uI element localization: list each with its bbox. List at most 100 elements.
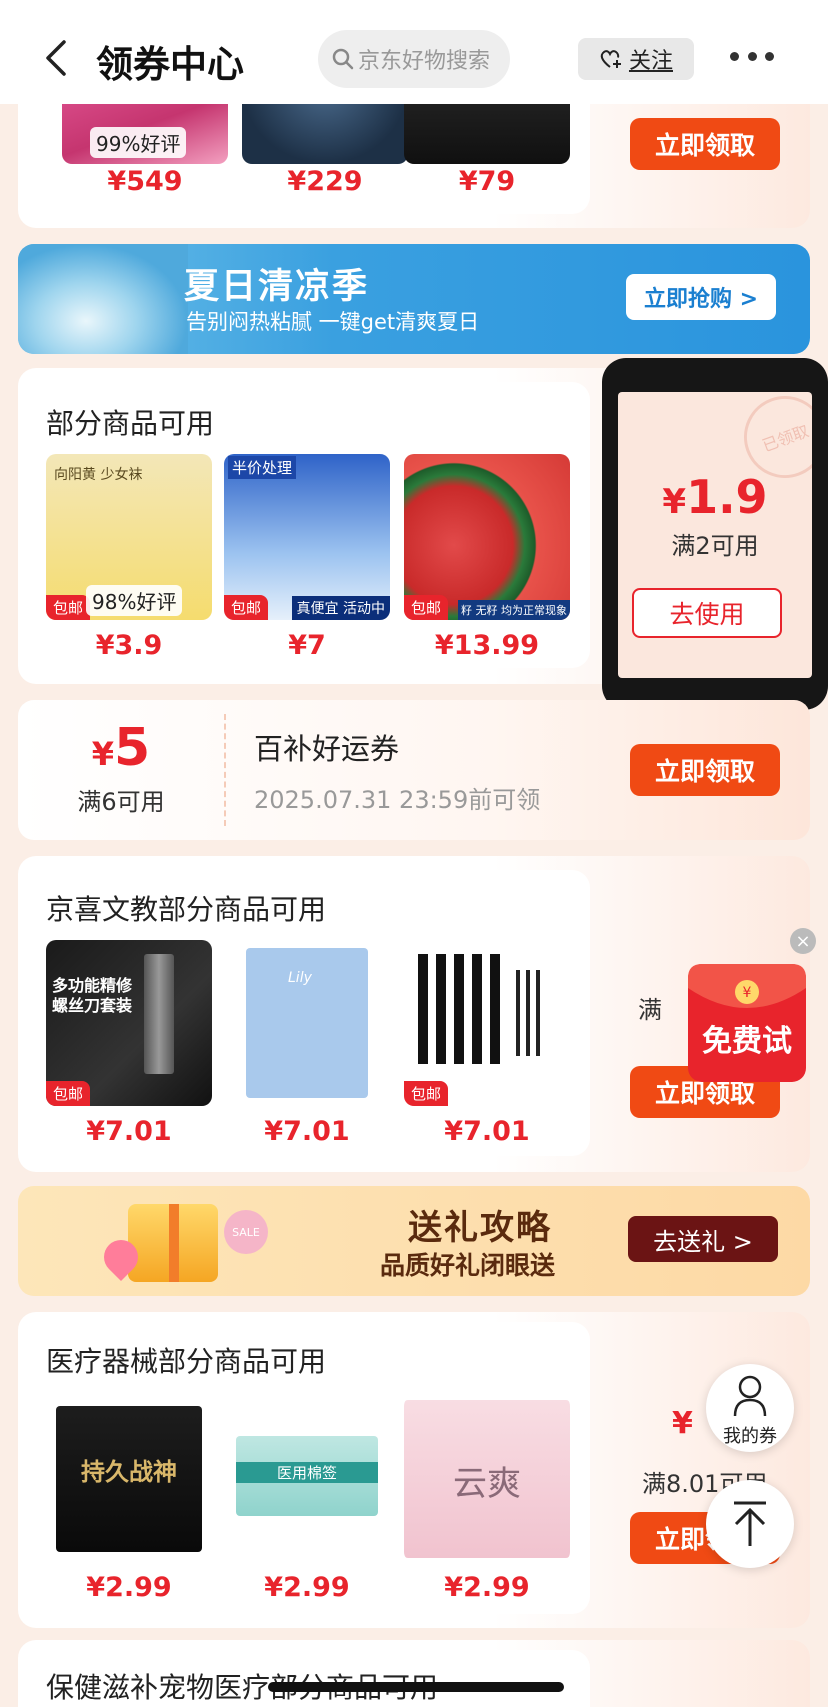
- box-image: 云爽: [404, 1400, 570, 1558]
- coupon-amount: ¥1.9: [618, 470, 812, 524]
- free-shipping-tag: 包邮: [224, 595, 269, 620]
- image-text: 多功能精修螺丝刀套装: [52, 976, 133, 1015]
- card-title: 部分商品可用: [46, 407, 215, 440]
- product-price: ¥229: [287, 166, 363, 197]
- coupon-title: 百补好运券: [254, 732, 400, 766]
- product-item[interactable]: 持久战神 ¥2.99: [46, 1396, 212, 1603]
- follow-label: 关注: [628, 49, 673, 74]
- product-price: ¥7.01: [86, 1116, 172, 1147]
- arrow-up-icon: [734, 1501, 766, 1546]
- product-image: 持久战神: [46, 1396, 212, 1562]
- product-image: Lily: [224, 940, 390, 1106]
- cotton-swab-pack-image: 医用棉签: [236, 1436, 378, 1516]
- banner-subtitle: 告别闷热粘腻 一键get清爽夏日: [186, 310, 480, 334]
- product-price: ¥7: [288, 630, 326, 661]
- my-coupons-button[interactable]: 我的券: [706, 1364, 794, 1452]
- product-price: ¥549: [107, 166, 183, 197]
- coupon-condition-partial: 满: [638, 996, 662, 1024]
- gift-guide-banner[interactable]: SALE 送礼攻略 品质好礼闭眼送 去送礼 >: [18, 1186, 810, 1296]
- product-price: ¥79: [458, 166, 516, 197]
- product-price: ¥2.99: [264, 1572, 350, 1603]
- product-price: ¥13.99: [434, 630, 540, 661]
- coupon-condition: 满6可用: [77, 788, 165, 816]
- phone-frame-overlay: 已领取 ¥1.9 满2可用 去使用: [602, 358, 828, 710]
- claim-button[interactable]: 立即领取: [630, 744, 780, 796]
- currency-symbol: ¥: [91, 735, 115, 773]
- currency-symbol: ¥: [662, 482, 687, 522]
- product-item[interactable]: 多功能精修螺丝刀套装 包邮 ¥7.01: [46, 940, 212, 1147]
- baibu-coupon-row: ¥5 满6可用 百补好运券 2025.07.31 23:59前可领 立即领取: [18, 700, 810, 840]
- back-to-top-button[interactable]: [706, 1480, 794, 1568]
- card-title: 医疗器械部分商品可用: [46, 1345, 327, 1378]
- banner-title: 夏日清凉季: [184, 267, 370, 307]
- close-icon[interactable]: ×: [790, 928, 816, 954]
- product-image: 医用棉签: [224, 1396, 390, 1562]
- product-image: 包邮: [404, 940, 570, 1106]
- amount-value: 1.9: [686, 470, 768, 524]
- follow-button[interactable]: 关注: [578, 38, 694, 80]
- product-item[interactable]: Lily ¥7.01: [224, 940, 390, 1147]
- coupon-condition: 满2可用: [671, 532, 759, 560]
- page-title: 领券中心: [96, 43, 244, 86]
- notebook-image: Lily: [246, 948, 368, 1098]
- surfer-image: [18, 244, 188, 354]
- coupon-value-block: ¥5 满6可用: [18, 700, 224, 840]
- dashed-divider: [224, 714, 226, 826]
- redpack-label: 免费试: [702, 1024, 792, 1059]
- search-placeholder: 京东好物搜索: [358, 49, 491, 74]
- image-text: 半价处理: [228, 456, 297, 479]
- coupon-card-5: 保健滋补宠物医疗部分商品可用: [18, 1640, 810, 1707]
- coupon-amount: ¥5: [18, 718, 224, 778]
- buy-now-button[interactable]: 立即抢购 >: [626, 274, 776, 320]
- screwdriver-set-image: [144, 954, 174, 1074]
- user-icon: [733, 1375, 767, 1417]
- claim-button[interactable]: 立即领取: [630, 118, 780, 170]
- coupon-panel: 已领取 ¥1.9 满2可用 去使用: [618, 392, 812, 678]
- product-image: 向阳黄 少女袜 包邮 98%好评: [46, 454, 212, 620]
- free-shipping-tag: 包邮: [404, 1081, 449, 1106]
- send-gift-button[interactable]: 去送礼 >: [628, 1216, 778, 1262]
- coupon-card-4: 医疗器械部分商品可用 持久战神 ¥2.99 医用棉签 ¥2.99 云爽 ¥2.9…: [18, 1312, 810, 1628]
- card-title: 京喜文教部分商品可用: [46, 893, 327, 926]
- product-image: 多功能精修螺丝刀套装 包邮: [46, 940, 212, 1106]
- back-arrow-icon[interactable]: [42, 38, 72, 78]
- product-image: 云爽: [404, 1396, 570, 1562]
- product-item[interactable]: 云爽 ¥2.99: [404, 1396, 570, 1603]
- banner-title: 送礼攻略: [408, 1208, 552, 1248]
- summer-promo-banner[interactable]: 夏日清凉季 告别闷热粘腻 一键get清爽夏日 立即抢购 >: [18, 244, 810, 354]
- top-nav-bar: 领券中心 京东好物搜索 关注: [0, 0, 828, 104]
- product-item[interactable]: 向阳黄 少女袜 包邮 98%好评 ¥3.9: [46, 454, 212, 661]
- product-price: ¥3.9: [95, 630, 163, 661]
- free-shipping-tag: 包邮: [404, 595, 449, 620]
- product-item[interactable]: 医用棉签 ¥2.99: [224, 1396, 390, 1603]
- product-item[interactable]: 包邮 籽 无籽 均为正常现象 ¥13.99: [404, 454, 570, 661]
- product-price: ¥7.01: [444, 1116, 530, 1147]
- amount-value: 5: [114, 718, 151, 778]
- product-item[interactable]: 包邮 ¥7.01: [404, 940, 570, 1147]
- image-caption: 籽 无籽 均为正常现象: [458, 600, 570, 620]
- use-coupon-button[interactable]: 去使用: [632, 588, 782, 638]
- coupon-currency-symbol: ¥: [672, 1406, 693, 1441]
- image-text: 向阳黄 少女袜: [54, 467, 143, 483]
- heart-plus-icon: [600, 50, 621, 68]
- product-image: 包邮 籽 无籽 均为正常现象: [404, 454, 570, 620]
- image-text: Lily: [288, 970, 312, 986]
- free-shipping-tag: 包邮: [46, 1081, 91, 1106]
- more-options-icon[interactable]: [730, 52, 774, 64]
- product-image: 半价处理 包邮 真便宜 活动中: [224, 454, 390, 620]
- free-shipping-tag: 包邮: [46, 595, 91, 620]
- product-price: ¥2.99: [86, 1572, 172, 1603]
- product-item[interactable]: 半价处理 包邮 真便宜 活动中 ¥7: [224, 454, 390, 661]
- sale-badge: SALE: [224, 1210, 268, 1254]
- svg-text:¥: ¥: [743, 985, 752, 1001]
- rating-chip: 99%好评: [90, 127, 187, 158]
- free-trial-redpack[interactable]: ¥ 免费试: [682, 958, 812, 1088]
- box-image: 持久战神: [56, 1406, 202, 1552]
- image-caption: 真便宜 活动中: [291, 596, 390, 620]
- product-price: ¥2.99: [444, 1572, 530, 1603]
- product-price: ¥7.01: [264, 1116, 350, 1147]
- rating-chip: 98%好评: [86, 585, 183, 616]
- search-input[interactable]: 京东好物搜索: [318, 30, 510, 88]
- home-indicator: [268, 1682, 564, 1692]
- gift-ribbon: [169, 1204, 179, 1282]
